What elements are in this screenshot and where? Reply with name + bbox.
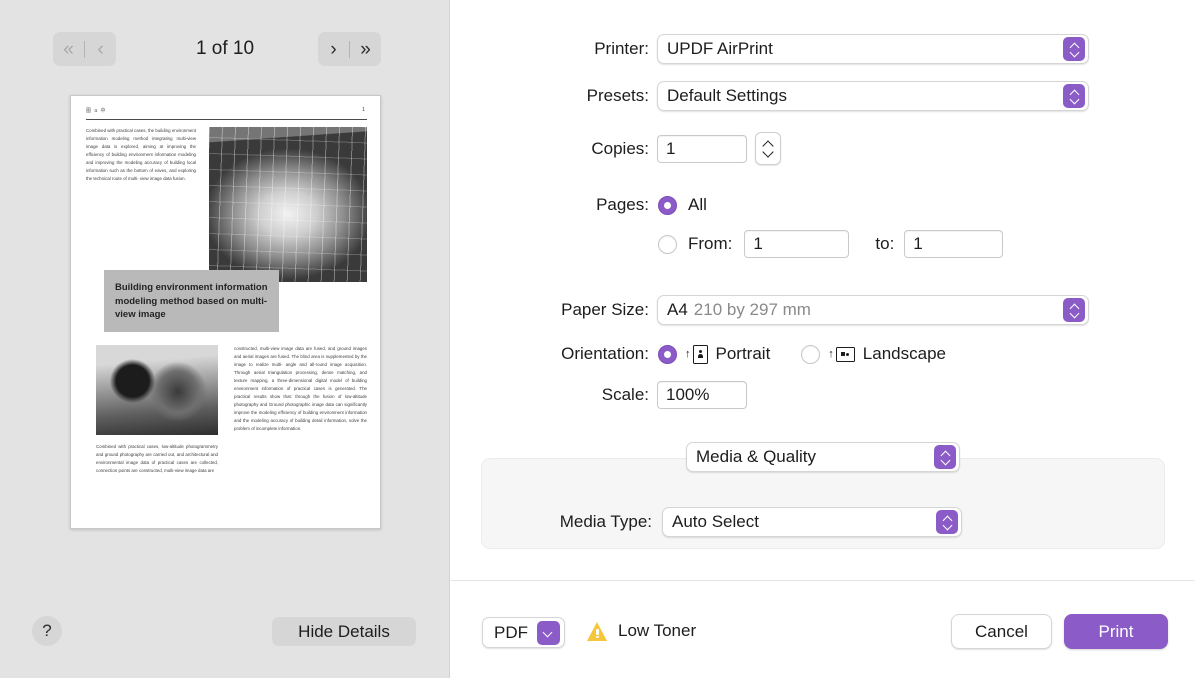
printer-label: Printer: [451,39,649,59]
media-type-label: Media Type: [482,512,652,532]
pages-to-label: to: [875,234,894,254]
copies-row: Copies: 1 [451,132,781,165]
scale-label: Scale: [451,385,649,405]
page-indicator: 1 of 10 [0,38,450,60]
printer-status: Low Toner [587,621,696,641]
printer-row: Printer: UPDF AirPrint [451,34,1091,64]
document-intro-paragraph: Combined with practical cases, the build… [86,127,196,183]
hide-details-button[interactable]: Hide Details [272,617,416,646]
document-top-row: Combined with practical cases, the build… [86,127,367,282]
paper-size-dimensions: 210 by 297 mm [688,300,811,320]
document-title-block: Building environment information modelin… [104,270,279,332]
print-button[interactable]: Print [1064,614,1168,649]
pdf-label: PDF [494,623,528,643]
bottom-bar: PDF Low Toner Cancel Print [451,581,1195,678]
media-type-select[interactable]: Auto Select [662,507,962,537]
media-type-row: Media Type: Auto Select [482,507,1166,537]
scale-row: Scale: 100% [451,381,747,409]
scale-input[interactable]: 100% [657,381,747,409]
printer-value: UPDF AirPrint [658,39,773,59]
pages-from-label: From: [688,234,732,254]
paper-size-label: Paper Size: [451,300,649,320]
paper-size-row: Paper Size: A4 210 by 297 mm [451,295,1091,325]
pages-all-option[interactable]: All [658,195,707,215]
chevron-updown-icon [936,510,958,534]
document-bottom-right-column: constructed, multi-view image data are f… [234,345,367,433]
document-title: Building environment information modelin… [115,281,273,322]
chevron-updown-icon [1063,84,1085,108]
copies-label: Copies: [451,139,649,159]
pages-label: Pages: [451,195,649,215]
pages-to-input[interactable]: 1 [904,230,1003,258]
status-text: Low Toner [618,621,696,641]
chevron-down-icon[interactable] [537,621,560,645]
orientation-portrait-option[interactable]: ↑ Portrait [658,344,770,364]
orientation-landscape-radio[interactable] [801,345,820,364]
copies-input[interactable]: 1 [657,135,747,163]
orientation-portrait-radio[interactable] [658,345,677,364]
pdf-button[interactable]: PDF [482,617,565,648]
document-bottom-left-paragraph: Combined with practical cases, low-altit… [96,443,218,475]
document-header: 图 a 中 1 [86,107,367,120]
document-page-number: 1 [362,107,365,113]
document-header-left: 图 a 中 [86,107,107,114]
orientation-portrait-label: Portrait [716,344,771,364]
presets-label: Presets: [451,86,649,106]
paper-size-value: A4 [658,300,688,320]
media-type-value: Auto Select [663,512,759,532]
section-value: Media & Quality [687,447,816,467]
orientation-landscape-label: Landscape [863,344,946,364]
preview-sidebar: « ‹ › » 1 of 10 图 a 中 1 Combined with pr… [0,0,450,678]
portrait-page-icon: ↑ [685,345,708,364]
stepper-down-icon[interactable] [763,150,774,156]
pages-range-row: From: 1 to: 1 [658,230,1003,258]
presets-value: Default Settings [658,86,787,106]
copies-stepper[interactable] [755,132,781,165]
document-photo-person [96,345,218,435]
pages-range-radio[interactable] [658,235,677,254]
chevron-updown-icon [1063,298,1085,322]
document-bottom-left-column: Combined with practical cases, low-altit… [96,443,218,475]
help-button[interactable]: ? [32,616,62,646]
orientation-landscape-option[interactable]: ↑ Landscape [801,344,946,364]
warning-icon [587,622,608,641]
chevron-updown-icon [1063,37,1085,61]
document-photo-structure [209,127,367,282]
pages-all-label: All [688,195,707,215]
document-preview: 图 a 中 1 Combined with practical cases, t… [70,95,381,529]
printer-select[interactable]: UPDF AirPrint [657,34,1089,64]
document-intro-column: Combined with practical cases, the build… [86,127,196,183]
cancel-button[interactable]: Cancel [951,614,1052,649]
paper-size-select[interactable]: A4 210 by 297 mm [657,295,1089,325]
orientation-row: Orientation: ↑ Portrait ↑ Landscape [451,344,946,364]
section-select[interactable]: Media & Quality [686,442,960,472]
orientation-label: Orientation: [451,344,649,364]
presets-select[interactable]: Default Settings [657,81,1089,111]
chevron-updown-icon [934,445,956,469]
pages-all-row: Pages: All [451,195,707,215]
document-bottom-right-paragraph: constructed, multi-view image data are f… [234,345,367,433]
document-page-content: 图 a 中 1 Combined with practical cases, t… [86,107,367,517]
print-dialog: « ‹ › » 1 of 10 图 a 中 1 Combined with pr… [0,0,1195,678]
landscape-page-icon: ↑ [828,347,855,362]
pages-all-radio[interactable] [658,196,677,215]
pages-from-input[interactable]: 1 [744,230,849,258]
presets-row: Presets: Default Settings [451,81,1091,111]
